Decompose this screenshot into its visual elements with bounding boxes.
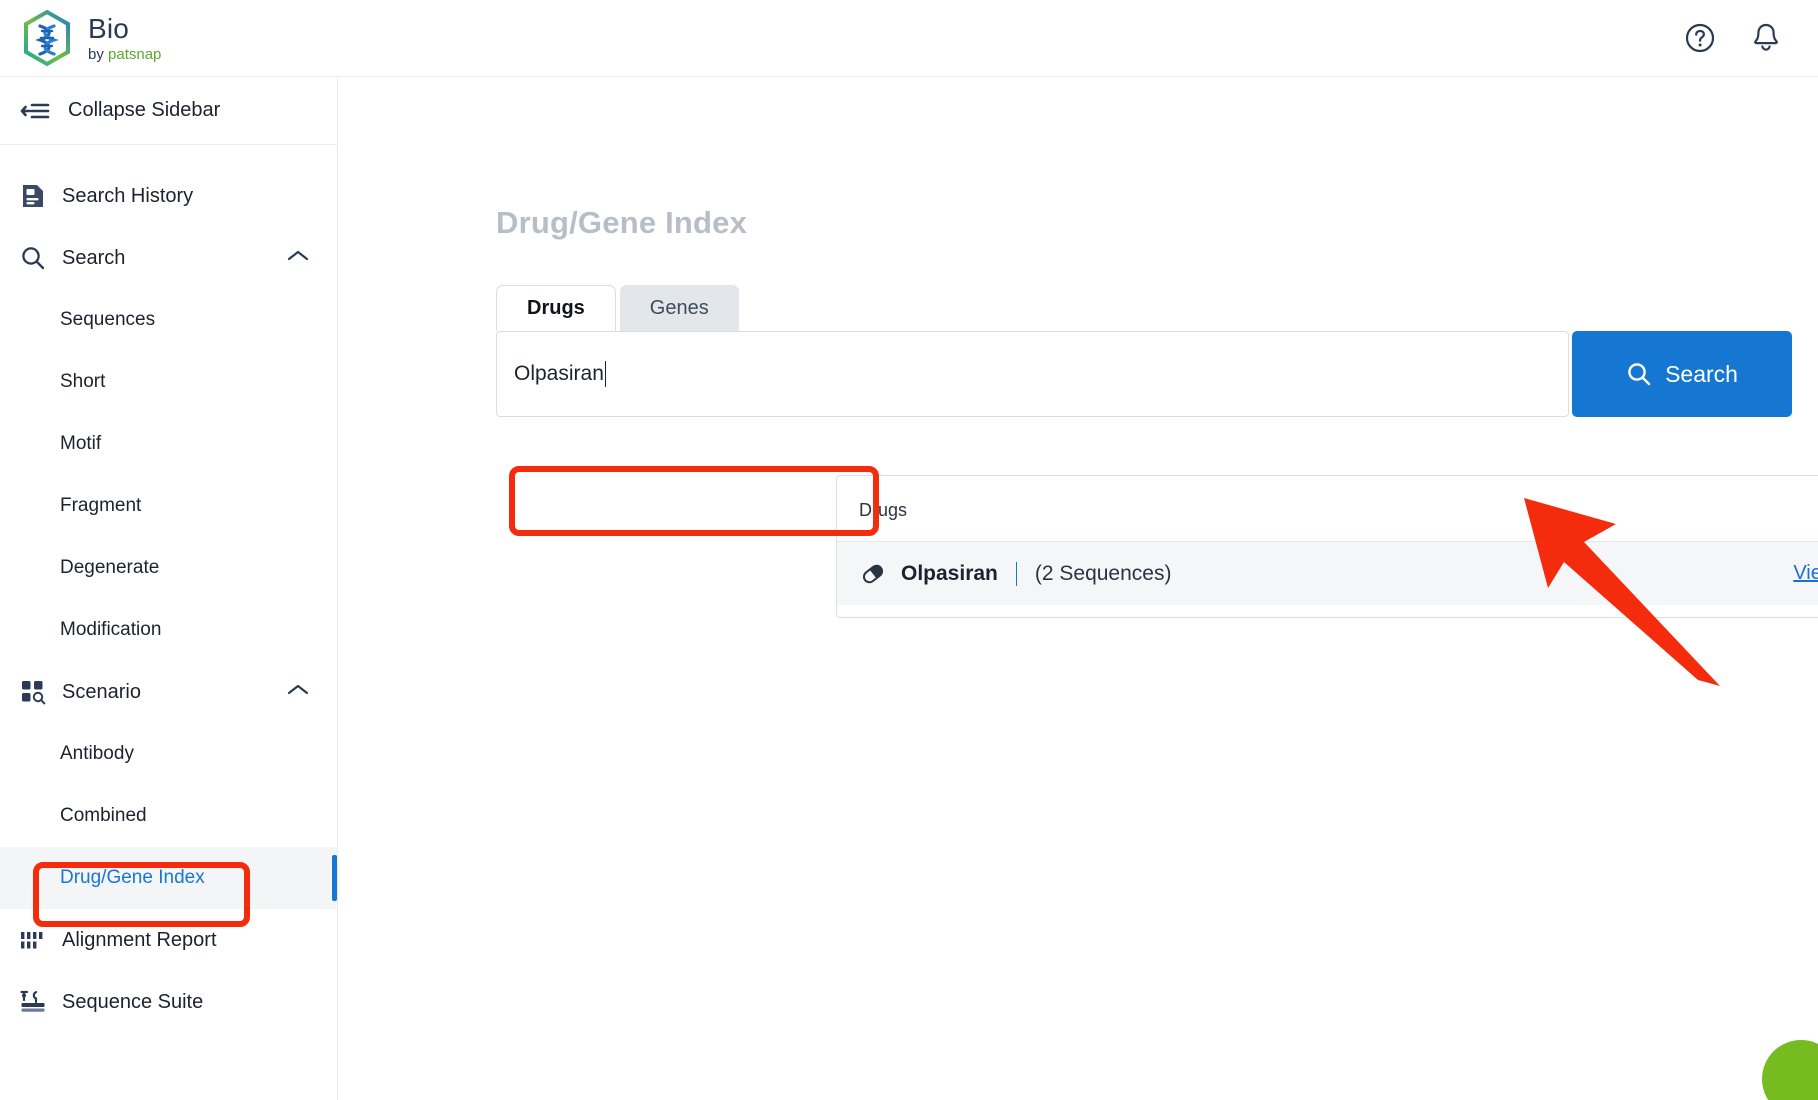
dropdown-result-olpasiran[interactable]: Olpasiran (2 Sequences) View Detail <box>837 541 1818 605</box>
sidebar: Collapse Sidebar Search History Search S… <box>0 77 338 1100</box>
brand-by: by <box>88 45 109 63</box>
brand-name: Bio <box>88 12 130 44</box>
sidebar-group-search[interactable]: Search <box>0 227 337 289</box>
view-detail-link[interactable]: View Detail <box>1793 562 1818 585</box>
sidebar-item-label: Combined <box>60 805 147 826</box>
sidebar-item-alignment-report[interactable]: Alignment Report <box>0 909 337 971</box>
search-input[interactable]: Olpasiran <box>496 331 1569 417</box>
dropdown-result-main: Olpasiran (2 Sequences) <box>859 561 1171 587</box>
text-caret <box>604 361 607 387</box>
search-button[interactable]: Search <box>1572 331 1792 417</box>
sidebar-item-modification[interactable]: Modification <box>0 599 337 661</box>
tab-label: Genes <box>649 296 709 319</box>
tab-label: Drugs <box>527 296 585 319</box>
sidebar-item-fragment[interactable]: Fragment <box>0 475 337 537</box>
active-accent-bar <box>332 855 337 901</box>
collapse-sidebar-label: Collapse Sidebar <box>68 99 221 121</box>
top-bar: Bio by patsnap <box>0 0 1818 77</box>
sidebar-item-label: Sequence Suite <box>62 990 204 1013</box>
sidebar-item-motif[interactable]: Motif <box>0 413 337 475</box>
chevron-up-icon[interactable] <box>287 249 309 268</box>
sidebar-item-label: Short <box>60 371 106 392</box>
search-bar: Olpasiran Search <box>496 331 1818 417</box>
sidebar-item-label: Motif <box>60 433 102 454</box>
tab-genes[interactable]: Genes <box>619 285 739 331</box>
search-input-value: Olpasiran <box>514 362 604 385</box>
sidebar-group-label: Search <box>62 246 126 269</box>
sidebar-item-antibody[interactable]: Antibody <box>0 723 337 785</box>
sidebar-item-degenerate[interactable]: Degenerate <box>0 537 337 599</box>
sidebar-item-sequence-suite[interactable]: Sequence Suite <box>0 971 337 1033</box>
grid-search-icon <box>20 679 46 705</box>
dropdown-result-count: (2 Sequences) <box>1034 561 1172 585</box>
chevron-up-icon[interactable] <box>287 683 309 702</box>
brand-text: Bio by patsnap <box>88 12 161 62</box>
app-root: Bio by patsnap Collapse Sidebar Search H… <box>0 0 1818 1100</box>
pill-capsule-icon <box>862 564 884 583</box>
search-icon <box>1628 363 1651 386</box>
top-bar-actions <box>1684 21 1818 55</box>
sidebar-item-combined[interactable]: Combined <box>0 785 337 847</box>
sidebar-item-label: Search History <box>62 184 194 207</box>
page-title: Drug/Gene Index <box>496 205 748 240</box>
dropdown-group-label: Drugs <box>859 500 908 520</box>
sidebar-item-sequences[interactable]: Sequences <box>0 289 337 351</box>
help-circle-icon[interactable] <box>1684 22 1716 54</box>
sidebar-group-scenario[interactable]: Scenario <box>0 661 337 723</box>
divider <box>1015 561 1017 586</box>
bell-icon[interactable] <box>1750 21 1782 55</box>
dropdown-result-name: Olpasiran <box>901 561 998 585</box>
brand-subtitle: by patsnap <box>88 47 161 62</box>
tools-icon <box>20 989 46 1015</box>
search-suggestions-dropdown: Drugs Olpasiran (2 Sequences) View Detai… <box>836 475 1818 618</box>
sidebar-item-label: Fragment <box>60 495 142 516</box>
sidebar-group-label: Scenario <box>62 680 141 703</box>
search-button-label: Search <box>1665 360 1738 387</box>
sidebar-item-short[interactable]: Short <box>0 351 337 413</box>
dna-hexagon-logo <box>24 9 70 67</box>
brand[interactable]: Bio by patsnap <box>0 9 161 67</box>
sidebar-nav: Search History Search Sequences Short Mo… <box>0 145 337 1033</box>
sidebar-item-label: Drug/Gene Index <box>60 867 205 888</box>
sidebar-item-search-history[interactable]: Search History <box>0 165 337 227</box>
tab-drugs[interactable]: Drugs <box>496 285 616 331</box>
sidebar-item-label: Sequences <box>60 309 156 330</box>
collapse-sidebar-button[interactable]: Collapse Sidebar <box>0 77 337 145</box>
sidebar-item-label: Alignment Report <box>62 928 217 951</box>
sidebar-item-label: Degenerate <box>60 557 160 578</box>
tab-bar: Drugs Genes <box>496 285 739 331</box>
alignment-bars-icon <box>20 927 46 953</box>
sidebar-item-drug-gene-index[interactable]: Drug/Gene Index <box>0 847 337 909</box>
main-content: Drug/Gene Index Drugs Genes Olpasiran Se… <box>339 77 1818 1100</box>
chat-widget-bubble[interactable] <box>1762 1040 1818 1100</box>
sidebar-item-label: Antibody <box>60 743 134 764</box>
magnifier-icon <box>20 245 46 271</box>
collapse-sidebar-icon <box>20 103 50 118</box>
brand-company: patsnap <box>108 45 162 63</box>
sidebar-item-label: Modification <box>60 619 162 640</box>
history-document-icon <box>20 183 46 209</box>
